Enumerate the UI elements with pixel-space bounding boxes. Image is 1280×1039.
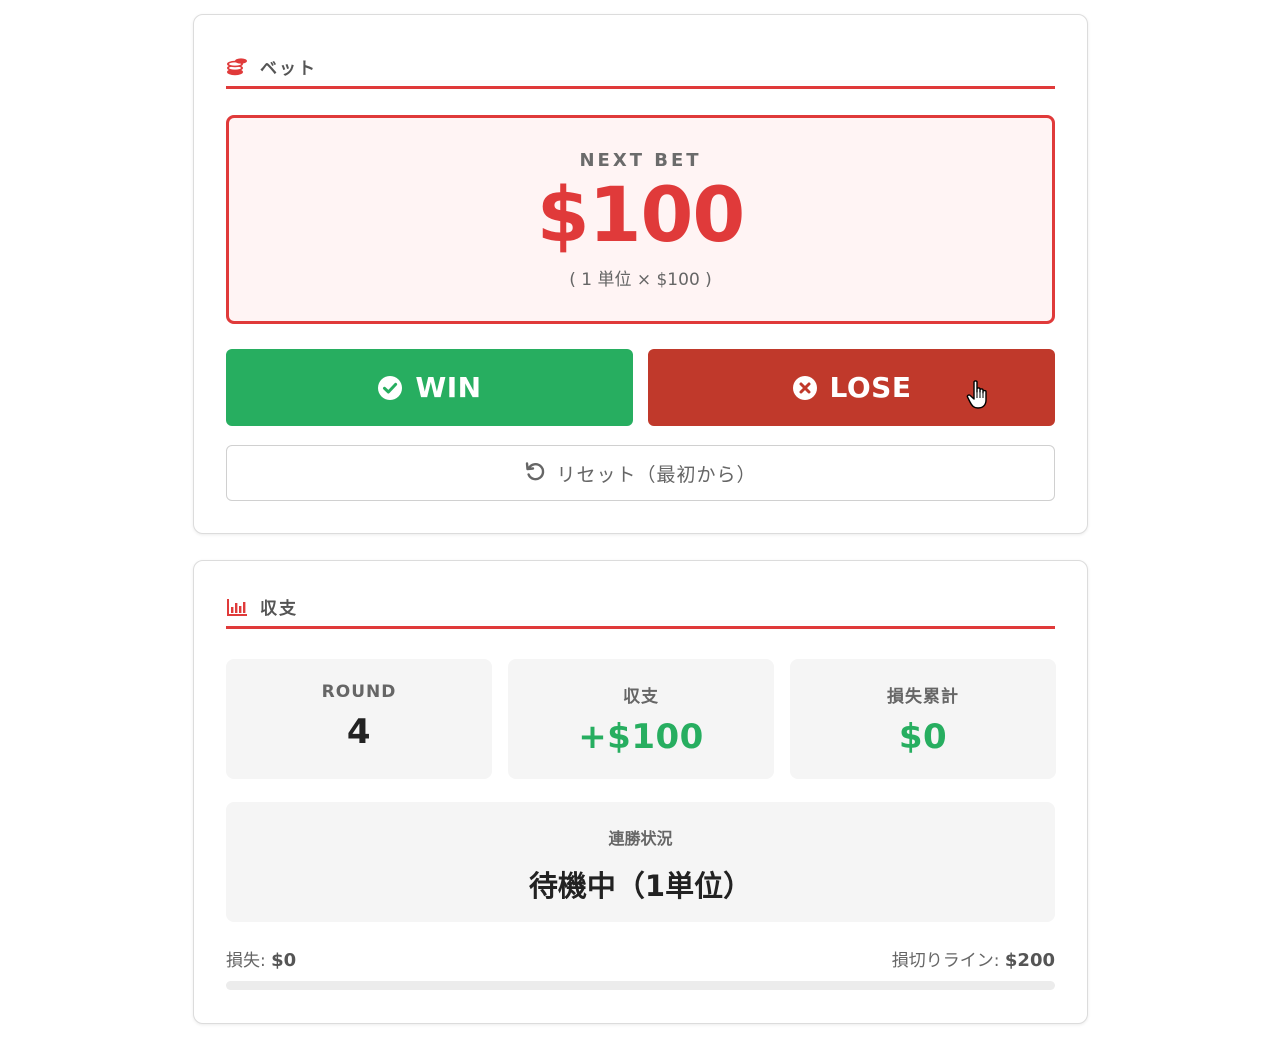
balance-stat: 収支 +$100 xyxy=(508,659,774,779)
bet-section-header: ベット xyxy=(226,47,1055,89)
stop-loss-label: 損切りライン: xyxy=(891,950,1000,971)
round-label: ROUND xyxy=(321,682,397,702)
round-stat: ROUND 4 xyxy=(226,659,492,779)
stats-card: 収支 ROUND 4 収支 +$100 損失累計 $0 連勝状況 待機中（1単位… xyxy=(193,560,1088,1024)
pointer-hand-icon xyxy=(966,379,992,411)
next-bet-panel: NEXT BET $100 ( 1 単位 × $100 ) xyxy=(226,115,1055,324)
cumulative-loss-value: $0 xyxy=(898,717,948,757)
chart-bar-icon xyxy=(226,596,248,618)
cumulative-loss-stat: 損失累計 $0 xyxy=(790,659,1056,779)
stats-section-header: 収支 xyxy=(226,587,1055,629)
streak-label: 連勝状況 xyxy=(608,829,673,848)
check-circle-icon xyxy=(377,375,403,401)
reset-button[interactable]: リセット（最初から） xyxy=(226,445,1055,501)
balance-label: 収支 xyxy=(623,687,659,707)
coins-icon xyxy=(226,56,248,78)
loss-progress-bar xyxy=(226,981,1055,990)
undo-icon xyxy=(524,460,546,487)
x-circle-icon xyxy=(792,375,818,401)
bet-section-title: ベット xyxy=(260,59,317,79)
lose-button[interactable]: LOSE xyxy=(648,349,1055,426)
streak-panel: 連勝状況 待機中（1単位） xyxy=(226,802,1055,922)
reset-button-label: リセット（最初から） xyxy=(556,463,757,486)
balance-value: +$100 xyxy=(578,717,704,757)
loss-value: $0 xyxy=(271,949,297,971)
lose-button-label: LOSE xyxy=(829,371,912,404)
stop-loss-value: $200 xyxy=(1004,949,1055,971)
next-bet-amount: $100 xyxy=(536,170,746,259)
cumulative-loss-label: 損失累計 xyxy=(887,687,959,707)
win-button[interactable]: WIN xyxy=(226,349,633,426)
bet-card: ベット NEXT BET $100 ( 1 単位 × $100 ) WIN LO… xyxy=(193,14,1088,534)
stats-section-title: 収支 xyxy=(260,599,298,619)
streak-value: 待機中（1単位） xyxy=(528,869,753,903)
next-bet-label: NEXT BET xyxy=(579,150,702,171)
win-button-label: WIN xyxy=(415,371,482,404)
loss-row: 損失: $0 損切りライン: $200 xyxy=(226,945,1055,971)
next-bet-detail: ( 1 単位 × $100 ) xyxy=(569,270,712,290)
loss-label: 損失: xyxy=(226,950,266,971)
round-value: 4 xyxy=(346,712,372,752)
stop-loss-info: 損切りライン: $200 xyxy=(892,946,1055,971)
loss-info: 損失: $0 xyxy=(226,946,296,971)
